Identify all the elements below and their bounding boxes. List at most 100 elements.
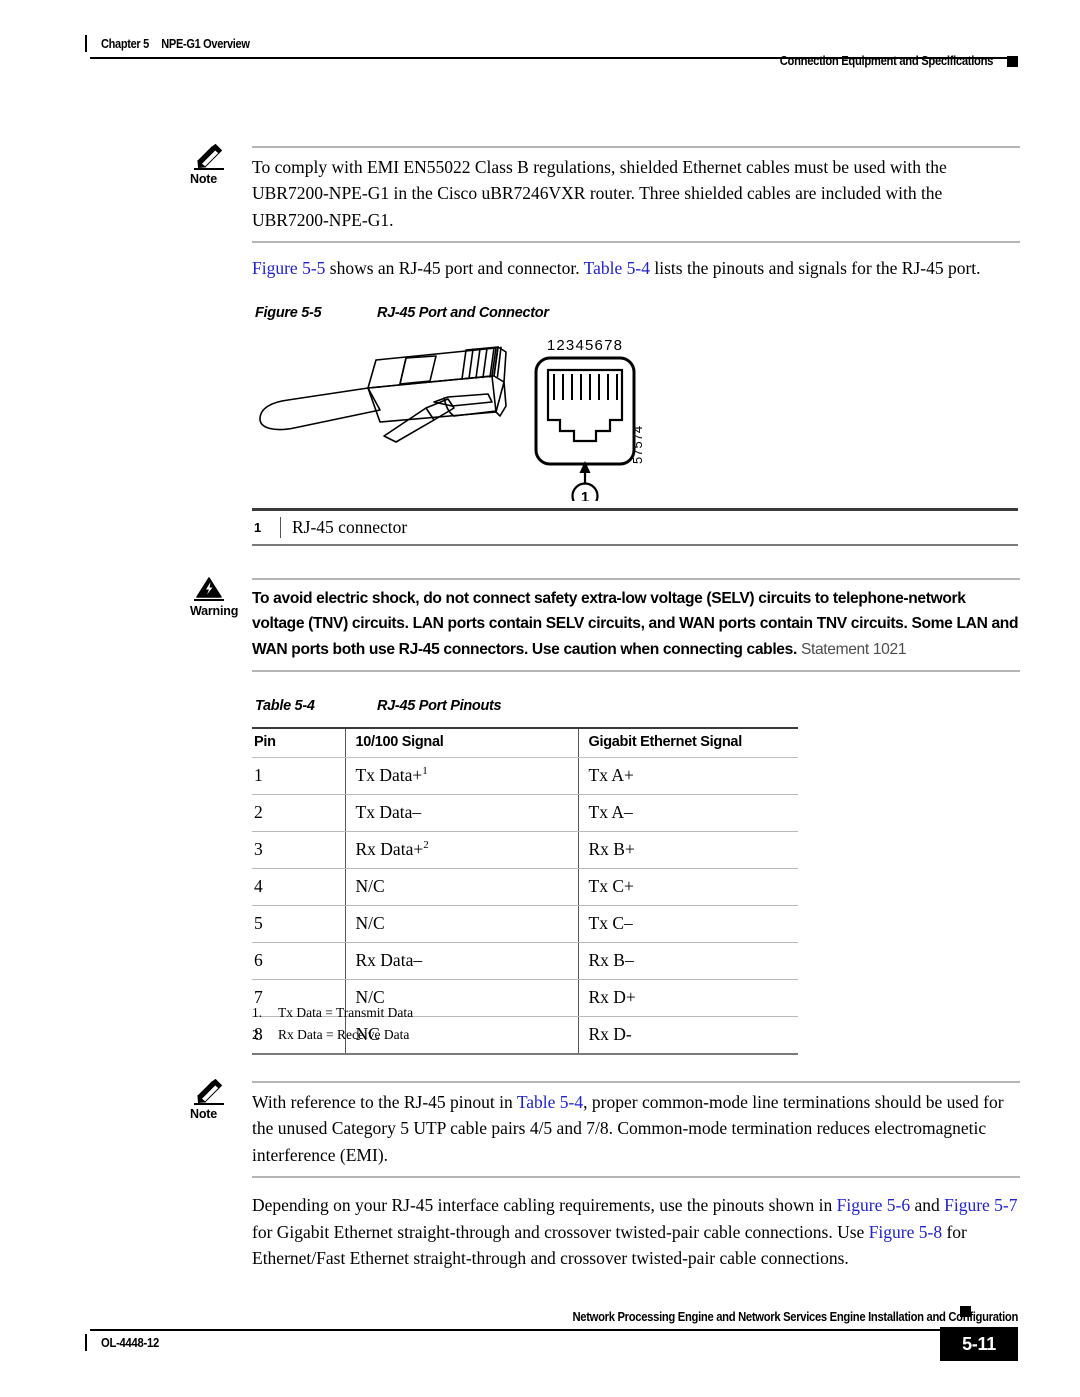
cell-pin: 4 (252, 868, 345, 906)
header-chapter-group: Chapter 5 NPE-G1 Overview (85, 35, 270, 52)
cell-signal-text: Tx Data+ (355, 765, 423, 785)
table-row: 1 Tx Data+1 Tx A+ (252, 757, 798, 795)
table-footnotes: 1. Tx Data = Transmit Data 2. Rx Data = Re… (252, 1002, 413, 1046)
xref-figure-5-8[interactable]: Figure 5-8 (869, 1222, 942, 1242)
note-label: Note (190, 172, 217, 186)
intro-paragraph-mid: shows an RJ-45 port and connector. (325, 258, 584, 278)
cell-gigabit-signal: Rx B– (577, 942, 798, 980)
column-header-pin: Pin (252, 727, 345, 758)
warning-body: To avoid electric shock, do not connect … (252, 578, 1020, 672)
note-text: To comply with EMI EN55022 Class B regul… (252, 156, 947, 230)
figure-title: RJ-45 Port and Connector (377, 305, 549, 321)
warning-text-block: To avoid electric shock, do not connect … (252, 580, 1020, 671)
cell-gigabit-signal: Tx C+ (577, 868, 798, 906)
cell-gigabit-signal: Tx C– (577, 905, 798, 943)
cell-pin: 6 (252, 942, 345, 980)
warning-triangle-icon (194, 576, 228, 602)
footnote-text: Tx Data = Transmit Data (278, 1005, 414, 1020)
note-text-lead: With reference to the RJ-45 pinout in (252, 1091, 517, 1112)
header-chapter-text: Chapter 5 NPE-G1 Overview (101, 37, 250, 51)
table-title: RJ-45 Port Pinouts (377, 698, 502, 714)
warning-rule-bottom (252, 670, 1020, 672)
closing-part-3: for Gigabit Ethernet straight-through an… (252, 1221, 869, 1242)
note-label: Note (190, 1107, 217, 1121)
cell-10-100-signal: N/C (344, 868, 578, 906)
warning-statement-id: Statement 1021 (800, 640, 907, 658)
xref-table-5-4[interactable]: Table 5-4 (517, 1092, 583, 1112)
cell-gigabit-signal: Rx D+ (577, 979, 798, 1017)
closing-part-2: and (910, 1195, 945, 1215)
figure-number: Figure 5-5 (255, 305, 322, 321)
table-caption: Table 5-4 RJ-45 Port Pinouts (255, 698, 502, 714)
warning-label: Warning (190, 604, 239, 618)
pencil-icon (194, 143, 228, 170)
note-body: With reference to the RJ-45 pinout in Ta… (252, 1081, 1020, 1178)
xref-table-5-4[interactable]: Table 5-4 (584, 258, 650, 278)
table-row: 2 Tx Data– Tx A– (252, 794, 798, 832)
pencil-icon (194, 1078, 228, 1105)
column-header-gigabit-signal: Gigabit Ethernet Signal (577, 727, 798, 758)
cell-signal-text: N/C (355, 913, 385, 933)
header-square-marker (1007, 55, 1018, 67)
closing-part-1: Depending on your RJ-45 interface cablin… (252, 1195, 837, 1215)
xref-figure-5-5[interactable]: Figure 5-5 (252, 258, 325, 278)
cell-pin: 5 (252, 905, 345, 943)
footnote-number: 2. (252, 1027, 263, 1042)
table-row: 6 Rx Data– Rx B– (252, 942, 798, 980)
xref-figure-5-6[interactable]: Figure 5-6 (837, 1195, 910, 1215)
cell-gigabit-signal: Tx A– (577, 794, 798, 832)
cell-footnote-marker: 2 (423, 839, 429, 852)
cell-10-100-signal: Tx Data– (344, 794, 578, 832)
header-chapter-number: Chapter 5 (101, 36, 149, 51)
cell-10-100-signal: Rx Data– (344, 942, 578, 980)
footer-docid-group: OL-4448-12 (85, 1334, 165, 1351)
footer-page-number: 5-11 (940, 1327, 1018, 1361)
table-row: 4 N/C Tx C+ (252, 868, 798, 906)
legend-row: 1 RJ-45 connector (252, 511, 1018, 544)
note-rule-bottom (252, 241, 1020, 243)
cell-signal-text: N/C (355, 876, 385, 896)
figure-pin-numbers: 12345678 (547, 337, 623, 354)
column-header-10-100-signal: 10/100 Signal (344, 727, 578, 758)
footer-doc-id: OL-4448-12 (101, 1335, 159, 1350)
cell-signal-text: Rx Data– (355, 950, 423, 970)
cell-footnote-marker: 1 (422, 765, 428, 778)
rj45-figure-artwork: 12345678 1 57574 (248, 336, 648, 510)
header-tick-mark (85, 35, 87, 52)
header-section-group: Connection Equipment and Specifications (756, 54, 1018, 68)
cell-pin: 1 (252, 757, 345, 795)
cell-signal-text: Rx Data+ (355, 839, 424, 859)
table-row: 5 N/C Tx C– (252, 905, 798, 943)
figure-legend-table: 1 RJ-45 connector (252, 508, 1018, 546)
cell-gigabit-signal: Rx D- (577, 1016, 798, 1055)
footnote-text: Rx Data = Receive Data (278, 1027, 410, 1042)
pinout-table-head: Pin 10/100 Signal Gigabit Ethernet Signa… (252, 727, 798, 758)
note-body: To comply with EMI EN55022 Class B regul… (252, 146, 1020, 243)
header-chapter-title: NPE-G1 Overview (161, 36, 250, 51)
cell-pin: 2 (252, 794, 345, 832)
xref-figure-5-7[interactable]: Figure 5-7 (944, 1195, 1017, 1215)
footer-square-marker (960, 1306, 971, 1317)
pinout-header-row: Pin 10/100 Signal Gigabit Ethernet Signa… (252, 727, 798, 758)
footnote-number: 1. (252, 1005, 263, 1020)
footer-rule (90, 1329, 1015, 1331)
footer-document-title: Network Processing Engine and Network Se… (572, 1310, 1018, 1324)
cell-10-100-signal: Rx Data+2 (344, 831, 578, 869)
page-header: Chapter 5 NPE-G1 Overview Connection Equi… (0, 0, 1080, 86)
figure-art-id: 57574 (630, 425, 645, 464)
cell-signal-text: Tx Data– (355, 802, 422, 822)
legend-callout-number: 1 (254, 519, 262, 535)
intro-paragraph-tail: lists the pinouts and signals for the RJ… (650, 258, 981, 278)
figure-callout-1: 1 (581, 489, 589, 501)
cell-gigabit-signal: Tx A+ (577, 757, 798, 795)
cell-gigabit-signal: Rx B+ (577, 831, 798, 869)
legend-rule-bottom (252, 543, 1018, 546)
intro-paragraph: Figure 5-5 shows an RJ-45 port and conne… (252, 255, 1022, 282)
header-section-title: Connection Equipment and Specifications (779, 54, 994, 68)
cell-10-100-signal: N/C (344, 905, 578, 943)
table-row: 3 Rx Data+2 Rx B+ (252, 831, 798, 869)
cell-10-100-signal: Tx Data+1 (344, 757, 578, 795)
closing-paragraph: Depending on your RJ-45 interface cablin… (252, 1192, 1022, 1272)
note-rule-bottom (252, 1176, 1020, 1178)
footnote-item: 2. Rx Data = Receive Data (252, 1024, 413, 1046)
